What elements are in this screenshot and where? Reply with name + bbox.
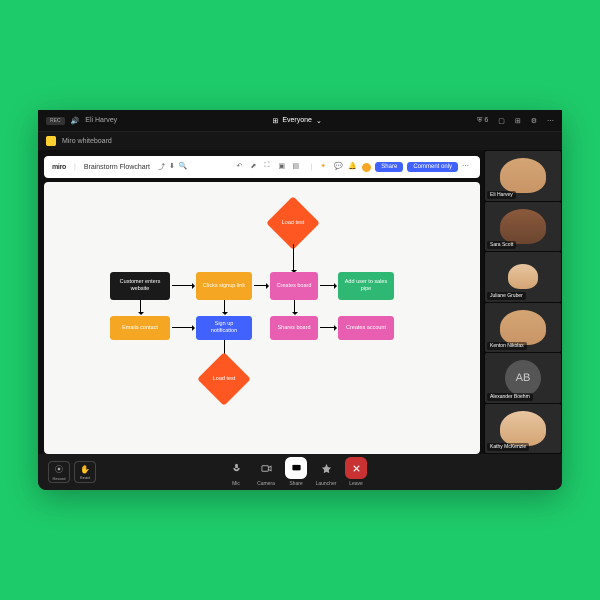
expand-icon[interactable]: ⛶ — [264, 162, 274, 172]
board-title[interactable]: Brainstorm Flowchart — [84, 164, 150, 171]
controls-dock: ⦿Record ✋React Mic Camera Share Launcher… — [38, 454, 562, 490]
view-dropdown[interactable]: ⊞ Everyone ⌄ — [125, 117, 469, 125]
cursor-icon[interactable]: ✦ — [320, 162, 330, 172]
tab-label[interactable]: Miro whiteboard — [62, 138, 112, 145]
doc-icon[interactable]: ▤ — [292, 162, 302, 172]
leave-button[interactable]: Leave — [345, 457, 367, 487]
more-icon[interactable]: ⋯ — [547, 117, 554, 125]
node-customer-enters[interactable]: Customer enters website — [110, 272, 170, 300]
node-creates-board[interactable]: Creates board — [270, 272, 318, 300]
lock-icon[interactable]: ▣ — [278, 162, 288, 172]
miro-app-icon — [46, 136, 56, 146]
grid-icon[interactable]: ⊞ — [515, 117, 521, 125]
window-topbar: REC 🔊 Eli Harvey ⊞ Everyone ⌄ ⛨ 6 ▢ ⊞ ⚙ … — [38, 110, 562, 132]
people-icon[interactable]: ⛨ 6 — [477, 117, 488, 125]
video-tile[interactable]: Sara Scott — [485, 202, 561, 252]
undo-icon[interactable]: ↶ — [236, 162, 246, 172]
share-button[interactable]: Share — [375, 162, 403, 172]
video-tile[interactable]: Juliane Gruber — [485, 252, 561, 302]
flowchart-canvas[interactable]: Load test Customer enters website Clicks… — [44, 182, 480, 454]
comment-button[interactable]: Comment only — [407, 162, 458, 172]
share-button[interactable]: Share — [285, 457, 307, 487]
chevron-down-icon: ⌄ — [316, 117, 322, 125]
rec-badge: REC — [46, 117, 65, 125]
pointer-icon[interactable]: ⬈ — [250, 162, 260, 172]
node-signup-notification[interactable]: Sign up notification — [196, 316, 252, 340]
node-emails-contact[interactable]: Emails contact — [110, 316, 170, 340]
participants-panel: Eli Harvey Sara Scott Juliane Gruber Ken… — [484, 150, 562, 454]
video-tile[interactable]: Kathy McKenzie — [485, 404, 561, 454]
video-tile[interactable]: Kenton Nikolas — [485, 303, 561, 353]
launcher-button[interactable]: Launcher — [315, 457, 337, 487]
bell-icon[interactable]: 🔔 — [348, 162, 358, 172]
node-load-test-top[interactable]: Load test — [266, 196, 320, 250]
node-clicks-signup[interactable]: Clicks signup link — [196, 272, 252, 300]
mic-button[interactable]: Mic — [225, 457, 247, 487]
gear-icon[interactable]: ⚙ — [531, 117, 537, 125]
react-button[interactable]: ✋React — [74, 461, 96, 483]
download-icon[interactable]: ⬇ — [169, 162, 175, 172]
video-conference-window: REC 🔊 Eli Harvey ⊞ Everyone ⌄ ⛨ 6 ▢ ⊞ ⚙ … — [38, 110, 562, 490]
sound-icon: 🔊 — [71, 117, 80, 125]
presenter-name: Eli Harvey — [85, 117, 117, 124]
miro-toolbar: miro | Brainstorm Flowchart ⤴ ⬇ 🔍 ↶ ⬈ ⛶ … — [44, 156, 480, 178]
video-tile[interactable]: Eli Harvey — [485, 151, 561, 201]
tab-bar: Miro whiteboard — [38, 132, 562, 150]
whiteboard-panel: miro | Brainstorm Flowchart ⤴ ⬇ 🔍 ↶ ⬈ ⛶ … — [38, 150, 484, 454]
camera-button[interactable]: Camera — [255, 457, 277, 487]
video-tile[interactable]: ABAlexander Boehm — [485, 353, 561, 403]
node-load-test-bot[interactable]: Load test — [197, 352, 251, 406]
ellipsis-icon[interactable]: ⋯ — [462, 162, 472, 172]
window-icon[interactable]: ▢ — [498, 117, 505, 125]
node-creates-account[interactable]: Creates account — [338, 316, 394, 340]
record-button[interactable]: ⦿Record — [48, 461, 70, 483]
user-avatar[interactable] — [362, 163, 371, 172]
node-shares-board[interactable]: Shares board — [270, 316, 318, 340]
export-icon[interactable]: ⤴ — [158, 162, 165, 172]
miro-logo: miro — [52, 164, 66, 171]
chat-icon[interactable]: 💬 — [334, 162, 344, 172]
search-icon[interactable]: 🔍 — [179, 162, 188, 172]
node-add-user[interactable]: Add user to sales pipe — [338, 272, 394, 300]
